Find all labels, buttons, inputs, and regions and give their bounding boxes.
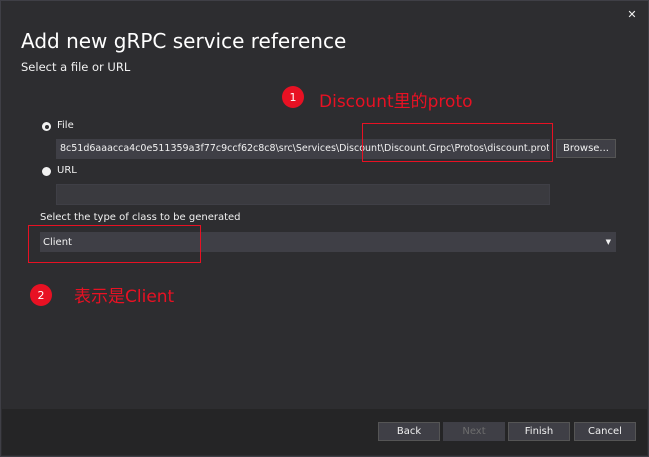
- chevron-down-icon: ▼: [605, 238, 611, 246]
- url-input[interactable]: [56, 184, 550, 205]
- annotation-highlight-file: [362, 123, 553, 162]
- file-radio-label: File: [57, 120, 74, 131]
- file-radio[interactable]: [42, 122, 51, 131]
- finish-button[interactable]: Finish: [508, 422, 570, 441]
- annotation-badge-1: 1: [282, 86, 304, 108]
- url-radio-label: URL: [57, 165, 77, 176]
- next-button[interactable]: Next: [443, 422, 505, 441]
- annotation-badge-2: 2: [30, 284, 52, 306]
- close-icon[interactable]: ✕: [626, 9, 638, 21]
- annotation-highlight-class: [28, 225, 201, 263]
- dialog-title: Add new gRPC service reference: [21, 29, 347, 53]
- annotation-text-2: 表示是Client: [74, 287, 175, 307]
- add-grpc-reference-dialog: ✕ Add new gRPC service reference Select …: [0, 0, 649, 457]
- annotation-text-1: Discount里的proto: [319, 92, 473, 112]
- dialog-subtitle: Select a file or URL: [21, 60, 131, 74]
- browse-button[interactable]: Browse...: [556, 139, 616, 158]
- cancel-button[interactable]: Cancel: [574, 422, 636, 441]
- back-button[interactable]: Back: [378, 422, 440, 441]
- url-radio[interactable]: [42, 167, 51, 176]
- class-type-label: Select the type of class to be generated: [40, 212, 241, 223]
